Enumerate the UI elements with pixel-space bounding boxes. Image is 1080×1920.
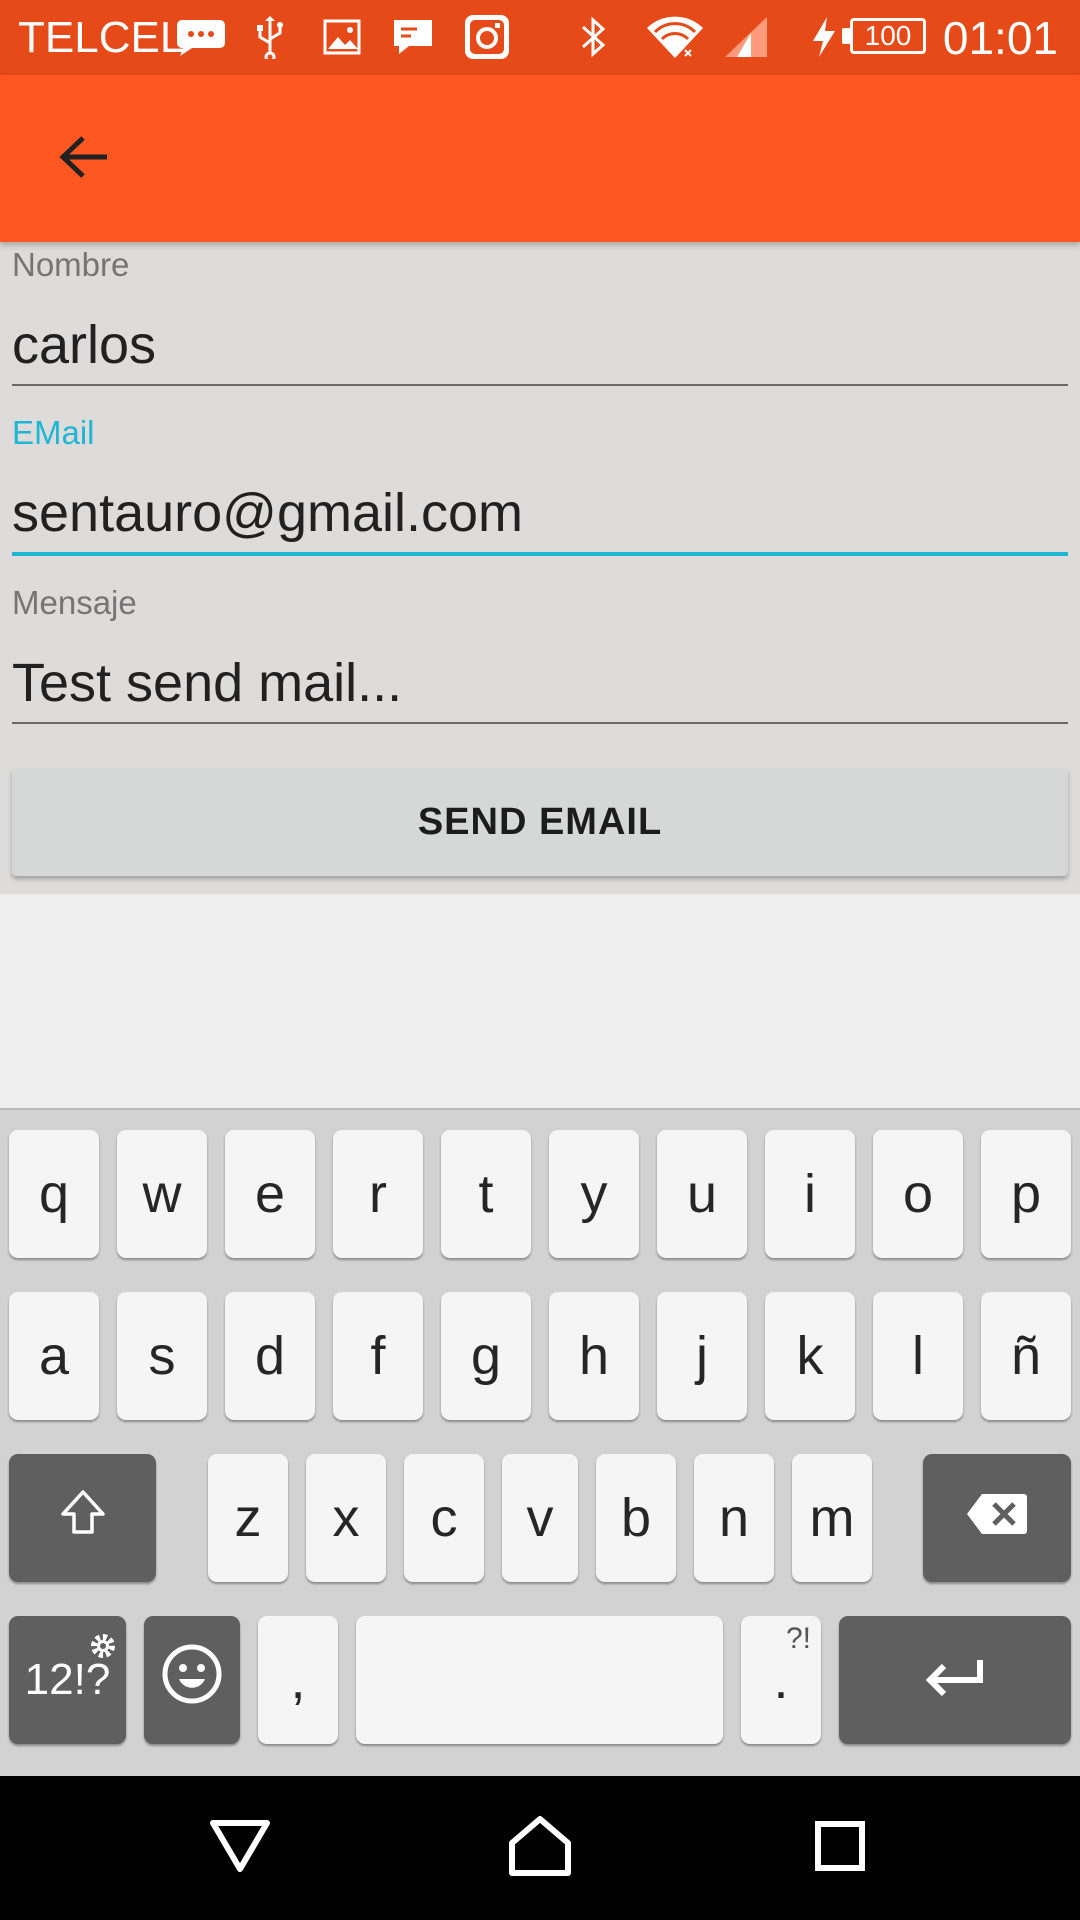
key-g[interactable]: g — [441, 1292, 531, 1420]
name-field-underline — [12, 384, 1068, 386]
key-j[interactable]: j — [657, 1292, 747, 1420]
period-key[interactable]: ?! . — [741, 1616, 821, 1744]
email-label: EMail — [12, 414, 95, 451]
charging-icon — [808, 12, 838, 62]
name-field[interactable]: carlos — [12, 314, 156, 376]
shift-icon — [59, 1487, 107, 1549]
key-y[interactable]: y — [549, 1130, 639, 1258]
comma-key[interactable]: , — [258, 1616, 338, 1744]
key-u[interactable]: u — [657, 1130, 747, 1258]
key-d[interactable]: d — [225, 1292, 315, 1420]
message-field-underline — [12, 722, 1068, 724]
app-toolbar — [0, 75, 1080, 242]
soft-keyboard: q w e r t y u i o p a s d f g h j k l ñ … — [0, 1108, 1080, 1776]
name-label: Nombre — [12, 246, 130, 283]
enter-icon — [924, 1649, 986, 1711]
nav-recents-button[interactable] — [790, 1798, 890, 1898]
enter-key[interactable] — [839, 1616, 1071, 1744]
key-m[interactable]: m — [792, 1454, 872, 1582]
bluetooth-icon — [576, 12, 610, 62]
key-c[interactable]: c — [404, 1454, 484, 1582]
status-bar: TELCEL 100 01:01 — [0, 0, 1080, 75]
back-button[interactable] — [40, 115, 128, 203]
instagram-icon — [462, 12, 512, 62]
nav-back-button[interactable] — [190, 1798, 290, 1898]
email-form: Nombre carlos EMail sentauro@gmail.com M… — [0, 242, 1080, 894]
chat-icon — [390, 12, 436, 62]
key-r[interactable]: r — [333, 1130, 423, 1258]
wifi-icon — [644, 12, 706, 62]
key-e[interactable]: e — [225, 1130, 315, 1258]
key-i[interactable]: i — [765, 1130, 855, 1258]
arrow-back-icon — [59, 134, 109, 185]
key-o[interactable]: o — [873, 1130, 963, 1258]
key-t[interactable]: t — [441, 1130, 531, 1258]
key-l[interactable]: l — [873, 1292, 963, 1420]
key-p[interactable]: p — [981, 1130, 1071, 1258]
navigation-bar — [0, 1776, 1080, 1920]
nav-home-button[interactable] — [490, 1798, 590, 1898]
home-icon — [507, 1815, 573, 1882]
gear-icon — [88, 1622, 118, 1672]
key-z[interactable]: z — [208, 1454, 288, 1582]
backspace-key[interactable] — [923, 1454, 1071, 1582]
key-v[interactable]: v — [502, 1454, 578, 1582]
back-triangle-icon — [209, 1819, 271, 1878]
key-a[interactable]: a — [9, 1292, 99, 1420]
email-field-underline — [12, 552, 1068, 556]
shift-key[interactable] — [9, 1454, 156, 1582]
key-w[interactable]: w — [117, 1130, 207, 1258]
email-field[interactable]: sentauro@gmail.com — [12, 482, 523, 544]
key-q[interactable]: q — [9, 1130, 99, 1258]
period-key-label: . — [773, 1650, 789, 1710]
recents-icon — [814, 1820, 866, 1877]
send-email-button[interactable]: SEND EMAIL — [12, 768, 1068, 876]
period-key-hint: ?! — [785, 1622, 811, 1655]
message-icon — [176, 12, 226, 62]
space-key[interactable] — [356, 1616, 723, 1744]
emoji-icon — [161, 1643, 223, 1718]
key-b[interactable]: b — [596, 1454, 676, 1582]
clock: 01:01 — [942, 12, 1058, 64]
battery-icon: 100 — [850, 18, 926, 54]
carrier-name: TELCEL — [18, 13, 185, 62]
symbols-key[interactable]: 12!? — [9, 1616, 126, 1744]
key-k[interactable]: k — [765, 1292, 855, 1420]
message-label: Mensaje — [12, 584, 137, 621]
message-field[interactable]: Test send mail... — [12, 652, 402, 714]
signal-icon — [720, 12, 770, 62]
blank-content-area — [0, 894, 1080, 1110]
key-s[interactable]: s — [117, 1292, 207, 1420]
key-n-tilde[interactable]: ñ — [981, 1292, 1071, 1420]
key-f[interactable]: f — [333, 1292, 423, 1420]
key-x[interactable]: x — [306, 1454, 386, 1582]
key-h[interactable]: h — [549, 1292, 639, 1420]
backspace-icon — [966, 1487, 1028, 1549]
key-n[interactable]: n — [694, 1454, 774, 1582]
image-icon — [322, 12, 362, 62]
battery-nub — [842, 28, 850, 44]
emoji-key[interactable] — [144, 1616, 240, 1744]
usb-icon — [252, 12, 288, 62]
